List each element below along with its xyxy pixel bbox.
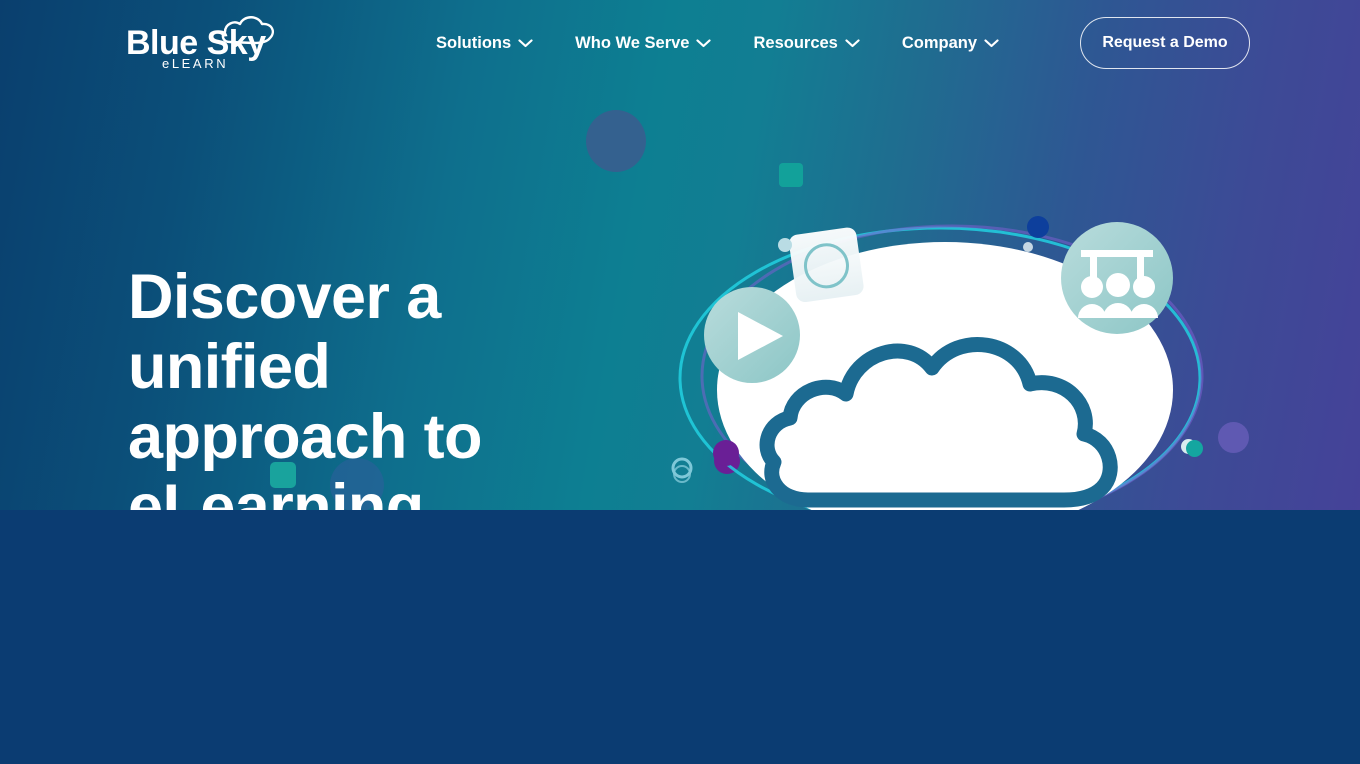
nav-item-resources[interactable]: Resources bbox=[732, 24, 880, 63]
site-header: Blue Sky eLEARN Solutions Who We Serve R… bbox=[0, 0, 1360, 86]
nav-item-who-we-serve[interactable]: Who We Serve bbox=[554, 24, 732, 63]
main-navigation: Solutions Who We Serve Resources Company bbox=[415, 0, 1020, 86]
cookie-consent-banner: This website uses cookies This site uses… bbox=[0, 510, 1360, 764]
chevron-down-icon bbox=[845, 38, 860, 47]
nav-label: Company bbox=[901, 33, 978, 52]
decorative-ellipse bbox=[586, 110, 646, 172]
nav-item-solutions[interactable]: Solutions bbox=[415, 24, 554, 63]
hero-heading-line: approach to bbox=[128, 402, 483, 472]
page-root: Blue Sky eLEARN Solutions Who We Serve R… bbox=[0, 0, 1360, 764]
hero-illustration bbox=[640, 200, 1240, 520]
site-logo[interactable]: Blue Sky eLEARN bbox=[126, 12, 276, 74]
decorative-square-teal bbox=[779, 163, 803, 187]
chevron-down-icon bbox=[984, 38, 999, 47]
logo-text-main: Blue Sky bbox=[126, 24, 266, 62]
nav-item-company[interactable]: Company bbox=[881, 24, 1020, 63]
chevron-down-icon bbox=[696, 38, 712, 47]
hero-illustration-graphic bbox=[671, 216, 1204, 510]
classroom-presentation-icon bbox=[1061, 222, 1173, 334]
logo-text-sub: eLEARN bbox=[162, 56, 229, 71]
play-button-icon bbox=[704, 287, 800, 383]
hero-heading-line: Discover a unified bbox=[128, 262, 441, 402]
request-demo-button[interactable]: Request a Demo bbox=[1080, 17, 1250, 69]
hero-heading: Discover a unified approach to eLearning bbox=[128, 262, 648, 542]
chevron-down-icon bbox=[518, 38, 533, 47]
nav-label: Solutions bbox=[436, 33, 512, 52]
nav-label: Resources bbox=[753, 33, 838, 52]
nav-label: Who We Serve bbox=[575, 33, 690, 52]
